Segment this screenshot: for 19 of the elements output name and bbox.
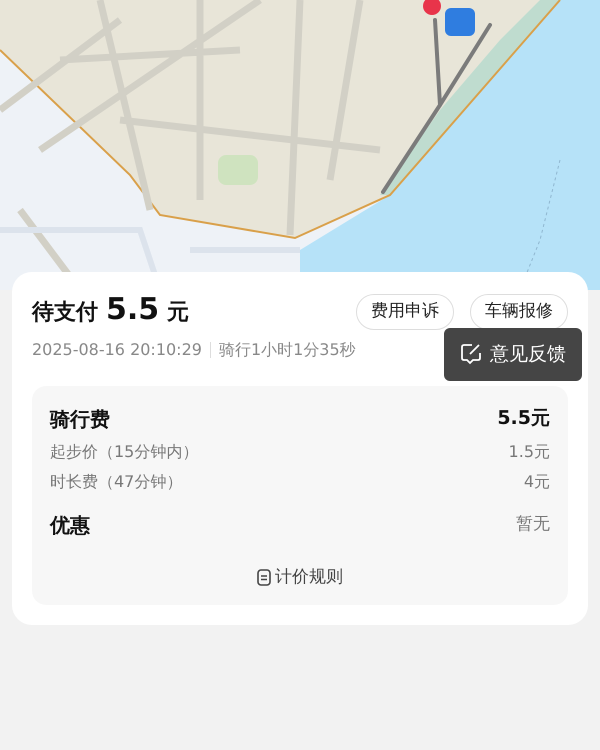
fee-value: 5.5元 xyxy=(497,406,550,432)
feedback-tooltip[interactable]: 意见反馈 xyxy=(444,328,582,380)
status-label: 待支付 xyxy=(32,298,98,327)
document-icon xyxy=(257,568,271,586)
fee-label: 时长费（47分钟） xyxy=(50,470,182,492)
ride-duration: 骑行1小时1分35秒 xyxy=(218,338,356,360)
fee-label: 骑行费 xyxy=(50,406,110,432)
amount-text: 5.5 xyxy=(106,294,160,325)
feedback-icon xyxy=(460,343,482,366)
fee-label: 起步价（15分钟内） xyxy=(50,440,198,462)
currency-text: 元 xyxy=(167,298,190,327)
appeal-button[interactable]: 费用申诉 xyxy=(356,294,454,330)
fee-value: 4元 xyxy=(524,470,550,492)
ride-time: 2025-08-16 20:10:29 xyxy=(32,338,202,360)
repair-button[interactable]: 车辆报修 xyxy=(470,294,568,330)
pricing-rules-link[interactable]: 计价规则 xyxy=(251,564,349,591)
fee-label: 优惠 xyxy=(50,512,90,538)
fee-value: 暂无 xyxy=(516,512,550,536)
fee-value: 1.5元 xyxy=(508,440,550,462)
